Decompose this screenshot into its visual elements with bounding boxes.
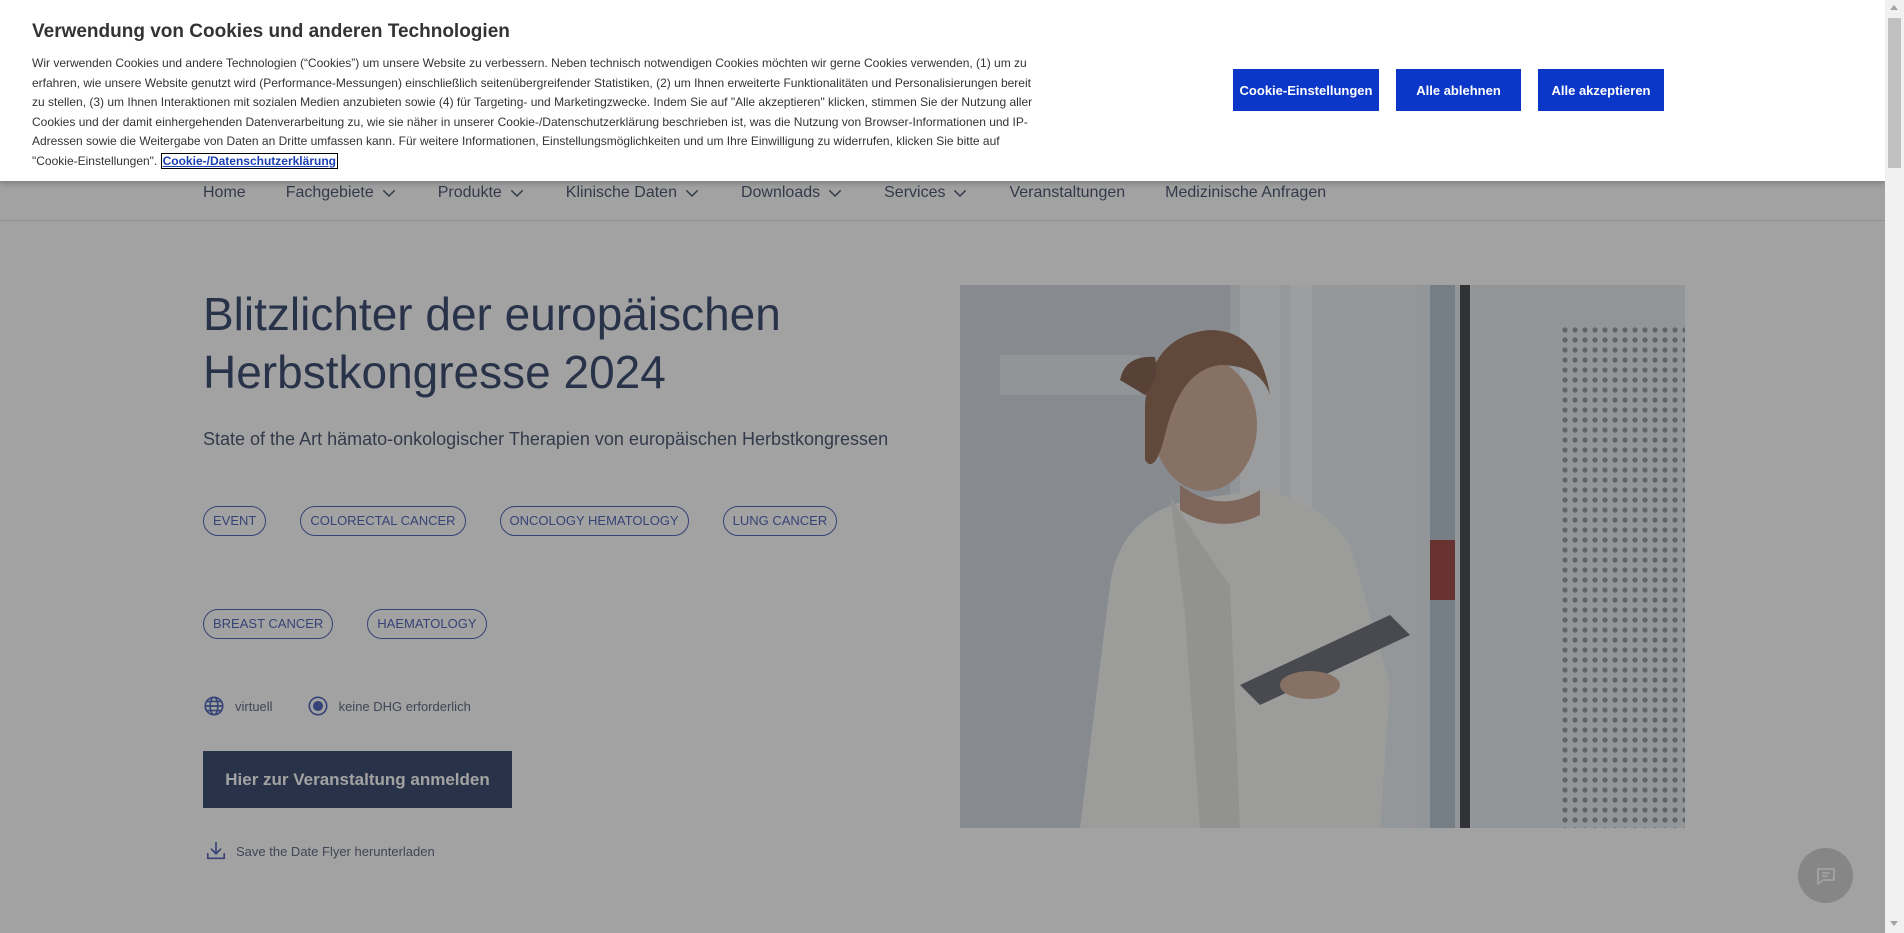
scroll-up-arrow-icon[interactable] — [1890, 5, 1898, 10]
scroll-thumb[interactable] — [1888, 18, 1901, 168]
privacy-policy-link[interactable]: Cookie-/Datenschutzerklärung — [160, 152, 338, 169]
scroll-down-arrow-icon[interactable] — [1890, 921, 1898, 926]
cookie-banner-description: Wir verwenden Cookies und andere Technol… — [32, 56, 1033, 168]
page-scrollbar[interactable] — [1885, 0, 1904, 933]
accept-all-button[interactable]: Alle akzeptieren — [1538, 69, 1664, 111]
cookie-banner-text: Wir verwenden Cookies und andere Technol… — [32, 54, 1042, 172]
cookie-settings-button[interactable]: Cookie-Einstellungen — [1233, 69, 1379, 111]
reject-all-button[interactable]: Alle ablehnen — [1396, 69, 1521, 111]
cookie-banner-title: Verwendung von Cookies und anderen Techn… — [32, 21, 510, 42]
cookie-consent-banner: Verwendung von Cookies und anderen Techn… — [0, 0, 1885, 181]
cookie-button-row: Cookie-Einstellungen Alle ablehnen Alle … — [1233, 69, 1664, 111]
